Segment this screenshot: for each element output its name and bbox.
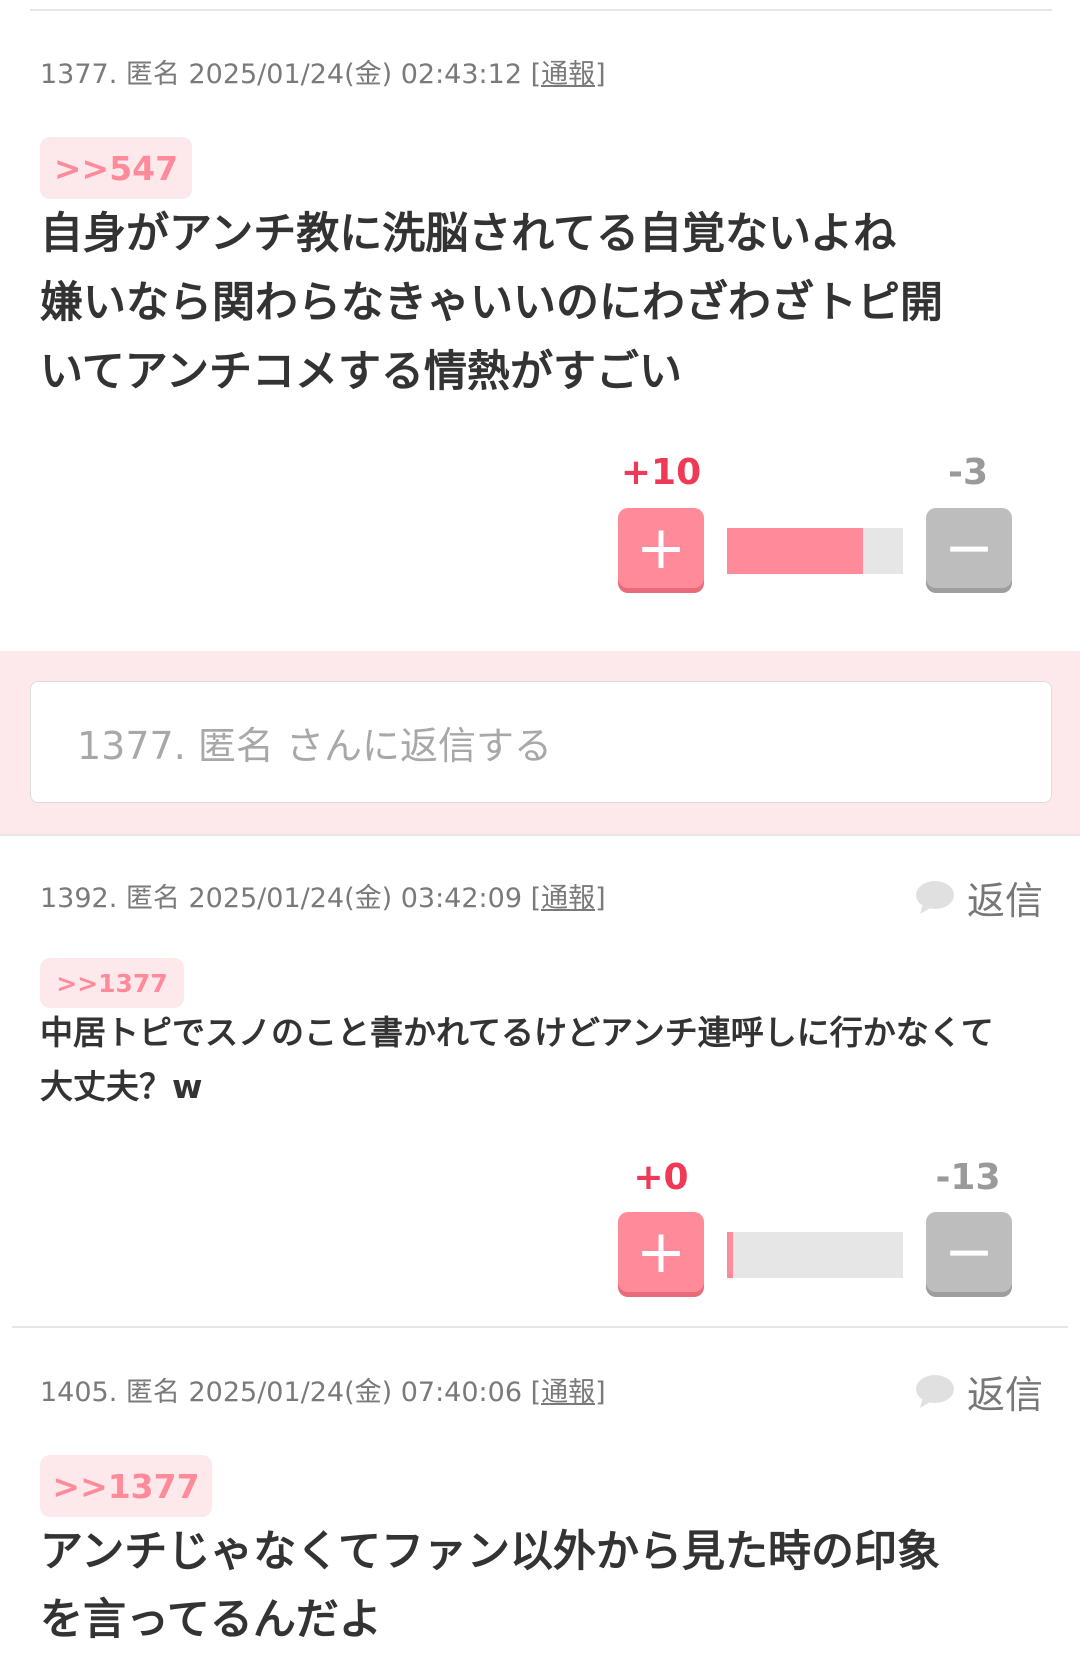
report-link[interactable]: [通報] (531, 59, 606, 90)
divider (30, 9, 1052, 11)
comment-header: 1392. 匿名 2025/01/24(金) 03:42:09 (40, 883, 531, 914)
comment-body: アンチじゃなくてファン以外から見た時の印象 を言ってるんだよ (40, 1527, 940, 1645)
report-link[interactable]: [通報] (531, 883, 606, 914)
plus-count: +0 (633, 1157, 689, 1198)
plus-icon: + (635, 513, 687, 583)
anchor-link[interactable]: >>1377 (40, 958, 184, 1008)
vote-ratio-fill (727, 1232, 733, 1278)
minus-count: -13 (935, 1157, 1001, 1198)
reply-label: 返信 (967, 1373, 1044, 1417)
divider (0, 834, 1080, 836)
plus-icon: + (635, 1217, 687, 1287)
minus-button[interactable]: − (926, 1212, 1012, 1292)
vote-ratio-bar (727, 528, 903, 574)
speech-bubble-icon (916, 880, 954, 914)
divider (12, 1326, 1068, 1328)
comment-meta: 1377. 匿名 2025/01/24(金) 02:43:12 [通報] (40, 52, 606, 91)
speech-bubble-icon (916, 1374, 954, 1408)
comment-body: 中居トピでスノのこと書かれてるけどアンチ連呼しに行かなくて 大丈夫？w (40, 1013, 994, 1106)
minus-button[interactable]: − (926, 508, 1012, 588)
vote-ratio-bar (727, 1232, 903, 1278)
comment-meta: 1392. 匿名 2025/01/24(金) 03:42:09 [通報] (40, 876, 606, 915)
reply-button[interactable]: 返信 (915, 870, 1043, 925)
anchor-link[interactable]: >>547 (40, 137, 192, 199)
reply-form-area: 1377. 匿名 さんに返信する (0, 651, 1080, 834)
reply-input[interactable]: 1377. 匿名 さんに返信する (30, 681, 1052, 803)
report-link[interactable]: [通報] (531, 1377, 606, 1408)
vote-ratio-fill (727, 528, 863, 574)
comment-header: 1405. 匿名 2025/01/24(金) 07:40:06 (40, 1377, 531, 1408)
minus-icon: − (943, 513, 995, 583)
minus-count: -3 (948, 452, 988, 493)
comment-header: 1377. 匿名 2025/01/24(金) 02:43:12 (40, 59, 531, 90)
comment-meta: 1405. 匿名 2025/01/24(金) 07:40:06 [通報] (40, 1370, 606, 1409)
plus-button[interactable]: + (618, 508, 704, 588)
anchor-link[interactable]: >>1377 (40, 1455, 212, 1517)
plus-button[interactable]: + (618, 1212, 704, 1292)
reply-label: 返信 (967, 879, 1044, 923)
minus-icon: − (943, 1217, 995, 1287)
reply-button[interactable]: 返信 (915, 1364, 1043, 1419)
comment-body: 自身がアンチ教に洗脳されてる自覚ないよね 嫌いなら関わらなきゃいいのにわざわざト… (40, 209, 943, 397)
plus-count: +10 (620, 452, 702, 493)
